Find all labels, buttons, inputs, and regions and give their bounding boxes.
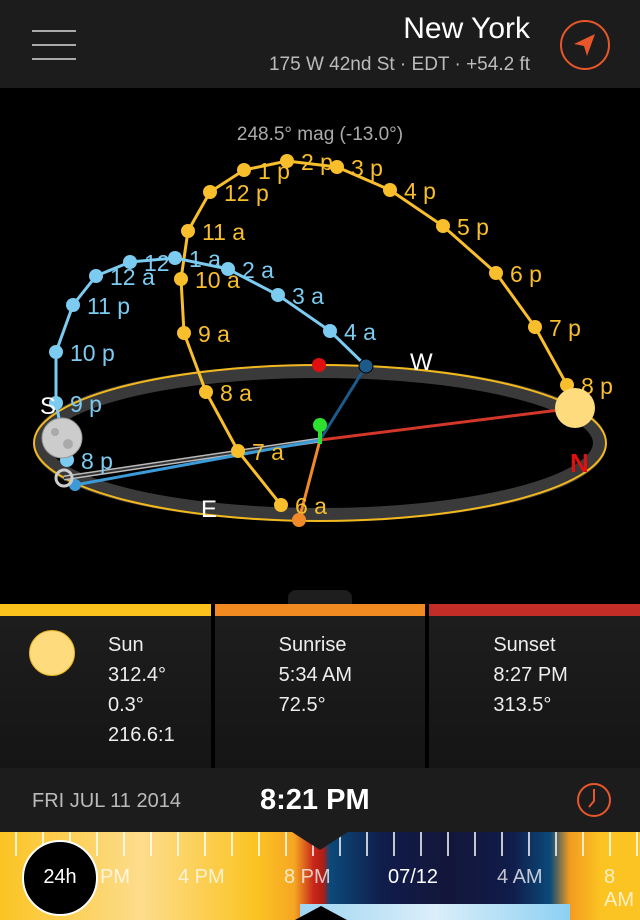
moon-hour-point: [123, 255, 137, 269]
24h-toggle-button[interactable]: 24h: [22, 840, 98, 916]
sun-hour-label: 7 p: [549, 315, 581, 341]
moonset-marker: [358, 358, 374, 374]
sun-hour-point: [177, 326, 191, 340]
sunset-card[interactable]: Sunset 8:27 PM 313.5°: [429, 604, 640, 768]
date-bar: FRI JUL 11 2014 8:21 PM: [0, 768, 640, 832]
moon-hour-point: [49, 345, 63, 359]
moon-hour-label: 8 p: [81, 448, 113, 474]
time-label[interactable]: 8:21 PM: [260, 784, 370, 817]
sun-hour-label: 11 a: [202, 219, 245, 245]
sun-hour-point: [528, 320, 542, 334]
moon-hour-label: 2 a: [242, 257, 274, 283]
sunset-color-bar: [429, 604, 640, 616]
sunset-time: 8:27 PM: [493, 664, 568, 686]
compass-w: W: [410, 349, 433, 376]
sun-hour-label: 8 a: [220, 380, 252, 406]
sun-hour-label: 2 p: [301, 149, 333, 175]
sun-azimuth: 312.4°: [108, 664, 167, 686]
location-subtitle: 175 W 42nd St · EDT · +54.2 ft: [268, 54, 530, 75]
location-title[interactable]: New York: [403, 12, 530, 46]
sunrise-azimuth: 72.5°: [278, 694, 326, 716]
timeline-label: 8 AM: [604, 866, 634, 911]
moon-hour-point: [66, 298, 80, 312]
moon-hour-point: [323, 324, 337, 338]
time-pointer: [292, 832, 348, 850]
moon-hour-point: [89, 269, 103, 283]
sun-hour-point: [274, 498, 288, 512]
compass-s: S: [40, 393, 56, 420]
sun-hour-point: [436, 219, 450, 233]
sun-title: Sun: [108, 634, 144, 656]
moon-icon[interactable]: [41, 417, 83, 459]
sun-hour-label: 4 p: [404, 178, 436, 204]
header: New York 175 W 42nd St · EDT · +54.2 ft: [0, 0, 640, 88]
sun-hour-label: 5 p: [457, 214, 489, 240]
moon-hour-label: 10 p: [70, 340, 115, 366]
timeline-label: PM: [100, 866, 130, 888]
sun-hour-point: [280, 154, 294, 168]
north-marker: [312, 358, 326, 372]
info-panel: Sun 312.4° 0.3° 216.6:1 Sunrise 5:34 AM …: [0, 604, 640, 768]
sun-card[interactable]: Sun 312.4° 0.3° 216.6:1: [0, 604, 211, 768]
clock-icon[interactable]: [576, 782, 612, 818]
sun-hour-point: [330, 160, 344, 174]
moon-hour-label: 11 p: [87, 293, 130, 319]
hamburger-icon[interactable]: [32, 30, 76, 60]
moon-hour-label: 9 p: [70, 391, 102, 417]
sun-hour-point: [489, 266, 503, 280]
sun-hour-point: [237, 163, 251, 177]
sun-hour-point: [181, 224, 195, 238]
sun-hour-label: 9 a: [198, 321, 230, 347]
sunrise-color-bar: [214, 604, 426, 616]
sun-color-bar: [0, 604, 211, 616]
date-label[interactable]: FRI JUL 11 2014: [32, 790, 181, 813]
moon-hour-label: 1 a: [189, 246, 221, 272]
position-pin[interactable]: [313, 418, 327, 432]
sunrise-card[interactable]: Sunrise 5:34 AM 72.5°: [214, 604, 426, 768]
sun-hour-label: 3 p: [351, 155, 383, 181]
timeline-scrubber[interactable]: PM 4 PM 8 PM 07/12 4 AM 8 AM 24h: [0, 832, 640, 920]
sun-hour-point: [199, 385, 213, 399]
sunrise-marker: [292, 513, 306, 527]
sunrise-title: Sunrise: [278, 634, 347, 656]
sun-hour-point: [231, 444, 245, 458]
moon-hour-point: [168, 251, 182, 265]
sun-icon[interactable]: [555, 388, 595, 428]
moon-hour-label: 4 a: [344, 319, 376, 345]
timeline-label: 07/12: [388, 866, 439, 888]
sun-hour-label: 7 a: [252, 439, 284, 465]
sunrise-time: 5:34 AM: [278, 664, 353, 686]
sun-hour-point: [174, 272, 188, 286]
timeline-label: 4 AM: [497, 866, 543, 888]
sun-altitude: 0.3°: [108, 694, 144, 716]
sunset-azimuth: 313.5°: [493, 694, 552, 716]
compass-e: E: [201, 496, 217, 523]
moon-hour-point: [271, 288, 285, 302]
sun-icon: [29, 630, 75, 676]
sun-moon-map[interactable]: 248.5° mag (-13.0°) 6 a7 a8 a9 a 10 a 11 a…: [0, 88, 640, 603]
time-pointer-bottom: [295, 906, 347, 920]
timeline-label: 4 PM: [178, 866, 225, 888]
sunset-line: [319, 406, 576, 442]
heading-readout: 248.5° mag (-13.0°): [237, 124, 403, 145]
sun-hour-point: [203, 185, 217, 199]
moon-hour-label: 12: [144, 250, 170, 276]
sun-shadow-ratio: 216.6:1: [108, 724, 175, 746]
moon-hour-label: 3 a: [292, 283, 324, 309]
sunset-title: Sunset: [493, 634, 556, 656]
moon-hour-point: [221, 262, 235, 276]
timeline-label: 8 PM: [284, 866, 331, 888]
sun-hour-point: [383, 183, 397, 197]
location-arrow-icon[interactable]: [560, 20, 610, 70]
compass-n: N: [570, 448, 589, 478]
sun-hour-label: 6 p: [510, 261, 542, 287]
